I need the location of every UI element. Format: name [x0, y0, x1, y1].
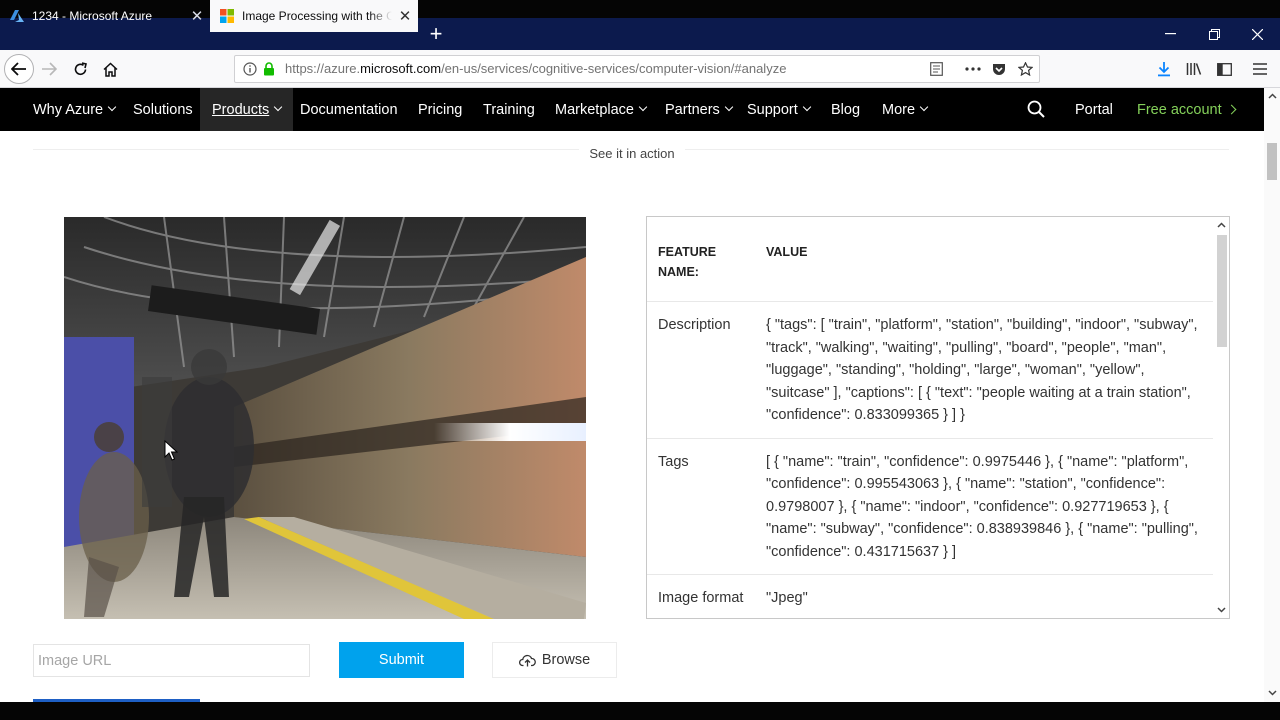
search-icon[interactable] — [1027, 100, 1045, 120]
image-url-input[interactable] — [33, 644, 310, 677]
chevron-down-icon — [273, 102, 283, 112]
nav-pricing[interactable]: Pricing — [418, 88, 462, 131]
navigation-toolbar: https://azure.microsoft.com/en-us/servic… — [0, 50, 1280, 88]
feature-name: Description — [658, 317, 731, 333]
scroll-up-icon[interactable] — [1217, 222, 1226, 228]
minimize-icon[interactable] — [1148, 18, 1192, 50]
nav-documentation[interactable]: Documentation — [300, 88, 398, 131]
chevron-down-icon — [107, 102, 117, 112]
chevron-down-icon — [638, 102, 648, 112]
scroll-down-icon[interactable] — [1268, 690, 1277, 696]
nav-blog[interactable]: Blog — [831, 88, 860, 131]
reader-view-icon[interactable] — [925, 56, 947, 82]
address-bar[interactable]: https://azure.microsoft.com/en-us/servic… — [234, 55, 1040, 83]
feature-name: Tags — [658, 453, 689, 470]
chevron-down-icon — [919, 102, 929, 112]
results-scrollbar[interactable] — [1213, 217, 1229, 618]
feature-name-header: FEATURE NAME: — [658, 245, 717, 279]
scroll-down-icon[interactable] — [1217, 607, 1226, 613]
browser-window: 1234 - Microsoft Azure ✕ Image Processin… — [0, 0, 1280, 720]
close-tab-icon[interactable]: ✕ — [392, 7, 418, 25]
feature-name: Image format — [658, 590, 744, 606]
nav-products[interactable]: Products — [200, 88, 294, 131]
nav-partners[interactable]: Partners — [665, 88, 734, 131]
tab-computer-vision[interactable]: Image Processing with the Computer Visio… — [210, 0, 418, 32]
nav-solutions[interactable]: Solutions — [133, 88, 193, 131]
menu-icon[interactable] — [1246, 54, 1274, 84]
browse-label: Browse — [541, 652, 591, 668]
bookmark-star-icon[interactable] — [1014, 56, 1036, 82]
library-icon[interactable] — [1180, 54, 1208, 84]
results-row-description: Description { "tags": [ "train", "platfo… — [647, 302, 1213, 439]
nav-why-azure[interactable]: Why Azure — [33, 88, 117, 131]
chevron-down-icon — [724, 102, 734, 112]
submit-button[interactable]: Submit — [339, 642, 464, 678]
back-button[interactable] — [4, 54, 34, 84]
nav-support[interactable]: Support — [747, 88, 812, 131]
downloads-icon[interactable] — [1150, 54, 1178, 84]
free-account-link[interactable]: Free account — [1137, 88, 1237, 131]
mouse-cursor-icon — [164, 440, 178, 461]
azure-icon — [9, 8, 25, 24]
browse-button[interactable]: Browse — [492, 642, 617, 678]
results-table: FEATURE NAME: VALUE Description { "tags"… — [647, 217, 1213, 618]
feature-value: "Jpeg" — [766, 590, 808, 606]
page-actions-icon[interactable] — [962, 56, 984, 82]
chevron-down-icon — [802, 102, 812, 112]
home-icon[interactable] — [95, 54, 125, 84]
reload-icon[interactable] — [65, 54, 95, 84]
tab-title: Image Processing with the Computer Visio… — [242, 9, 392, 23]
value-header: VALUE — [766, 245, 808, 259]
tab-title: 1234 - Microsoft Azure — [32, 9, 153, 23]
analysis-results-panel[interactable]: FEATURE NAME: VALUE Description { "tags"… — [646, 216, 1230, 619]
url-text: https://azure.microsoft.com/en-us/servic… — [285, 61, 787, 76]
upload-cloud-icon — [518, 654, 536, 666]
results-header-row: FEATURE NAME: VALUE — [647, 217, 1213, 302]
feature-value: [ { "name": "train", "confidence": 0.997… — [766, 453, 1198, 560]
chevron-right-icon — [1226, 104, 1237, 115]
results-row-image-format: Image format "Jpeg" — [647, 575, 1213, 618]
lock-icon[interactable] — [258, 56, 280, 82]
section-label: See it in action — [0, 146, 1264, 161]
scrollbar-thumb[interactable] — [1267, 143, 1277, 180]
tab-azure-portal[interactable]: 1234 - Microsoft Azure ✕ — [0, 0, 210, 32]
close-tab-icon[interactable]: ✕ — [184, 7, 210, 25]
microsoft-logo-icon — [219, 8, 235, 24]
forward-button[interactable] — [34, 54, 64, 84]
site-navigation: Why Azure Solutions Products Documentati… — [0, 88, 1264, 131]
feature-value: { "tags": [ "train", "platform", "statio… — [766, 317, 1198, 423]
scroll-up-icon[interactable] — [1268, 93, 1277, 99]
nav-marketplace[interactable]: Marketplace — [555, 88, 648, 131]
nav-portal[interactable]: Portal — [1075, 88, 1113, 131]
analyzed-image — [64, 217, 586, 619]
sidebar-icon[interactable] — [1210, 54, 1238, 84]
results-row-tags: Tags [ { "name": "train", "confidence": … — [647, 439, 1213, 575]
restore-icon[interactable] — [1192, 18, 1236, 50]
scrollbar-thumb[interactable] — [1217, 235, 1227, 347]
nav-more[interactable]: More — [882, 88, 929, 131]
close-window-icon[interactable] — [1235, 18, 1279, 50]
new-tab-button[interactable]: + — [426, 18, 446, 50]
nav-training[interactable]: Training — [483, 88, 535, 131]
pocket-icon[interactable] — [988, 56, 1010, 82]
page-scrollbar[interactable] — [1264, 88, 1280, 702]
bottom-border — [0, 702, 1280, 720]
